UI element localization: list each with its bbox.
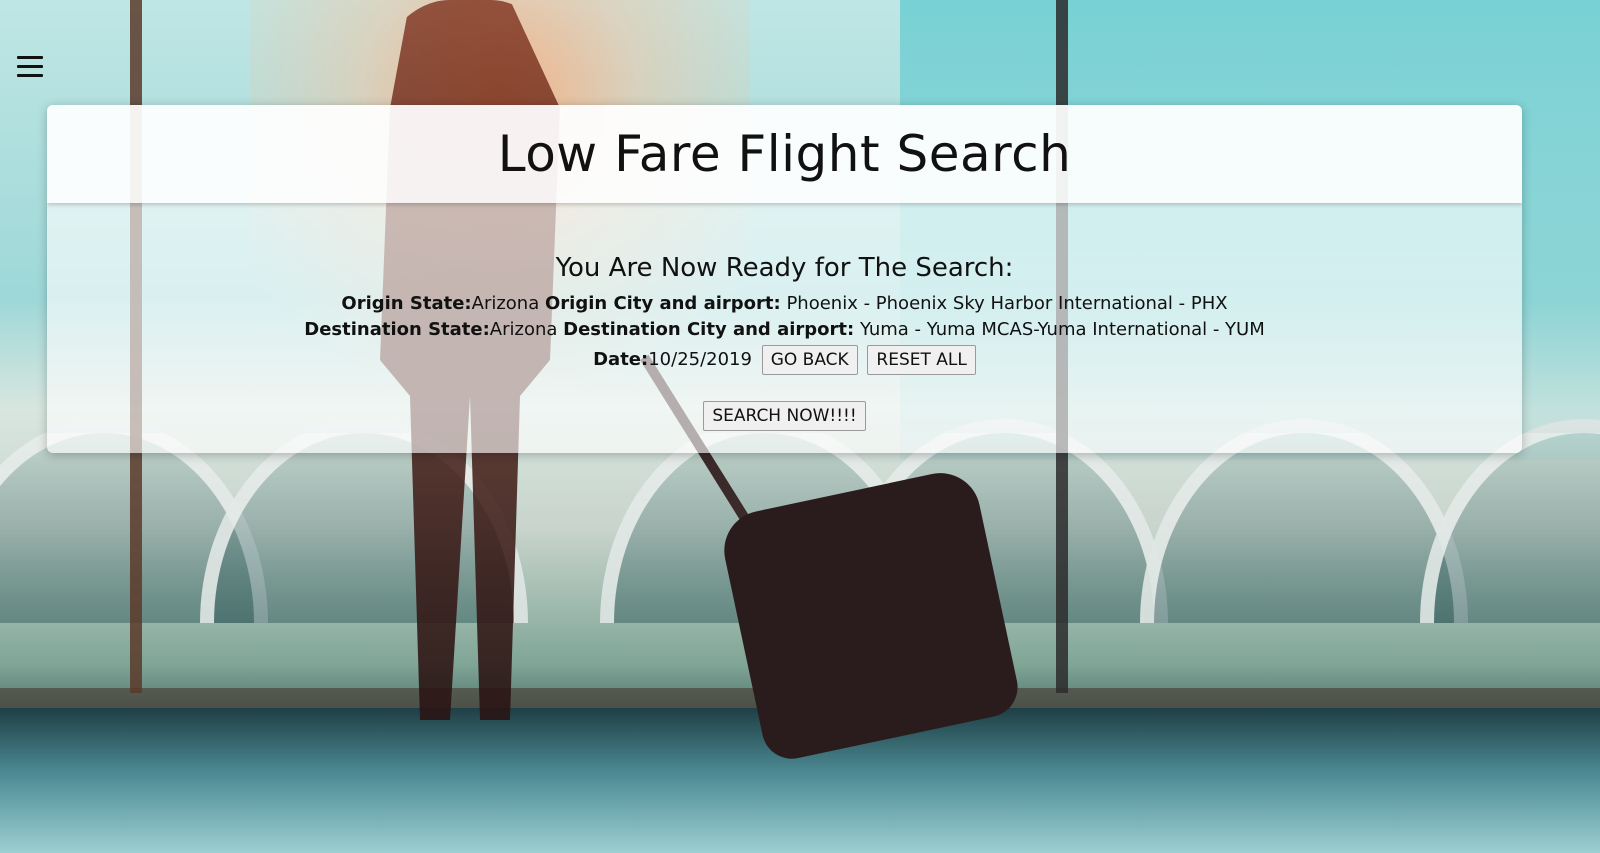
destination-state-label: Destination State: — [304, 319, 490, 340]
hamburger-icon[interactable] — [17, 56, 43, 78]
reset-all-button[interactable]: RESET ALL — [867, 345, 976, 375]
ready-heading: You Are Now Ready for The Search: — [555, 253, 1014, 283]
origin-line: Origin State:Arizona Origin City and air… — [47, 291, 1522, 317]
date-line: Date:10/25/2019 GO BACK RESET ALL — [47, 345, 1522, 375]
origin-state-value: Arizona — [471, 293, 540, 314]
card-header: Low Fare Flight Search — [47, 105, 1522, 203]
suitcase — [716, 465, 1024, 765]
origin-city-value: Phoenix - Phoenix Sky Harbor Internation… — [786, 293, 1228, 314]
page-title: Low Fare Flight Search — [497, 125, 1072, 183]
search-action: SEARCH NOW!!!! — [47, 401, 1522, 431]
date-value: 10/25/2019 — [648, 349, 752, 370]
page: Low Fare Flight Search You Are Now Ready… — [0, 0, 1600, 853]
date-label: Date: — [593, 349, 649, 370]
destination-line: Destination State:Arizona Destination Ci… — [47, 317, 1522, 343]
origin-state-label: Origin State: — [341, 293, 472, 314]
search-now-button[interactable]: SEARCH NOW!!!! — [703, 401, 866, 431]
go-back-button[interactable]: GO BACK — [761, 345, 858, 375]
card-body: You Are Now Ready for The Search: Origin… — [47, 253, 1522, 431]
destination-city-label: Destination City and airport: — [563, 319, 855, 340]
destination-state-value: Arizona — [489, 319, 558, 340]
search-summary-card: Low Fare Flight Search You Are Now Ready… — [47, 105, 1522, 453]
origin-city-label: Origin City and airport: — [544, 293, 781, 314]
destination-city-value: Yuma - Yuma MCAS-Yuma International - YU… — [859, 319, 1265, 340]
